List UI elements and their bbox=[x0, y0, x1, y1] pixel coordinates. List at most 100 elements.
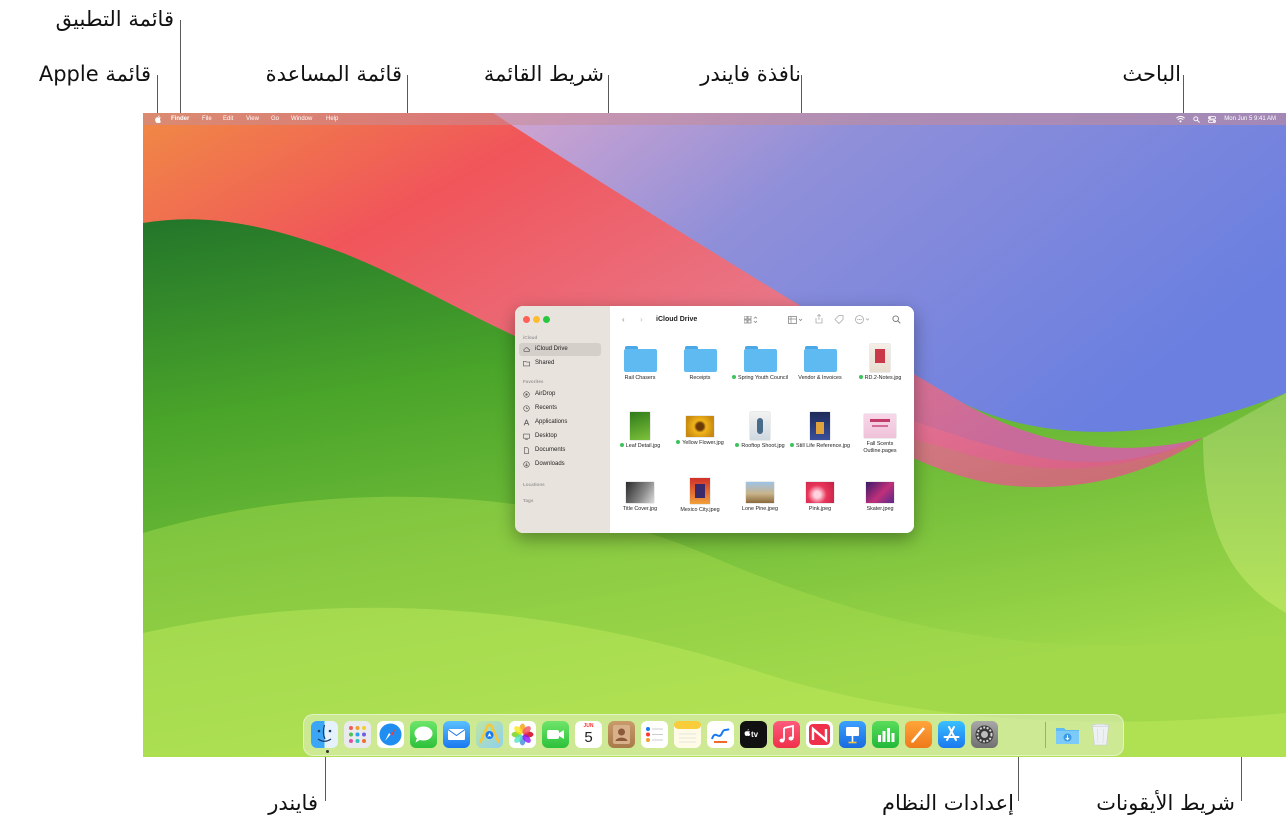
sidebar-item-desktop[interactable]: Desktop bbox=[519, 430, 601, 443]
dock-pages-icon[interactable] bbox=[905, 721, 932, 748]
file-item-folder[interactable]: Spring Youth Council bbox=[730, 346, 790, 382]
dock-finder-icon[interactable] bbox=[311, 721, 338, 748]
finder-toolbar: ‹ › iCloud Drive bbox=[610, 306, 914, 334]
dock-freeform-icon[interactable] bbox=[707, 721, 734, 748]
file-item-image[interactable]: Still Life Reference.jpg bbox=[790, 412, 850, 450]
folder-icon bbox=[803, 346, 837, 372]
dock-photos-icon[interactable] bbox=[509, 721, 536, 748]
tag-icon[interactable] bbox=[834, 315, 844, 324]
finder-running-indicator bbox=[326, 750, 329, 753]
folder-icon bbox=[743, 346, 777, 372]
file-item-image[interactable]: Skater.jpeg bbox=[850, 482, 910, 513]
share-icon[interactable] bbox=[815, 314, 823, 324]
menu-go[interactable]: Go bbox=[271, 116, 279, 123]
menu-file[interactable]: File bbox=[202, 116, 212, 123]
callout-system-settings: إعدادات النظام bbox=[881, 791, 1014, 815]
file-item-document[interactable]: Fall Scents Outline.pages bbox=[850, 414, 910, 455]
leader-menu-bar bbox=[608, 75, 609, 118]
dock-downloads-folder-icon[interactable] bbox=[1054, 721, 1081, 748]
control-center-icon[interactable] bbox=[1208, 115, 1217, 123]
sidebar-item-label: Shared bbox=[535, 360, 555, 366]
menu-view[interactable]: View bbox=[246, 116, 259, 123]
file-name: Skater.jpeg bbox=[866, 506, 894, 512]
dock-contacts-icon[interactable] bbox=[608, 721, 635, 748]
sidebar-item-airdrop[interactable]: AirDrop bbox=[519, 388, 601, 401]
folder-icon bbox=[623, 346, 657, 372]
dock-numbers-icon[interactable] bbox=[872, 721, 899, 748]
dock-messages-icon[interactable] bbox=[410, 721, 437, 748]
callout-finder: فايندر bbox=[268, 791, 318, 815]
icon-view-icon[interactable] bbox=[744, 316, 758, 324]
finder-window[interactable]: iCloud iCloud Drive Shared Favorites Air… bbox=[515, 306, 914, 533]
file-item-image[interactable]: Title Cover.jpg bbox=[610, 482, 670, 513]
callout-apple-menu: قائمة Apple bbox=[38, 62, 151, 86]
sidebar-item-label: Documents bbox=[535, 447, 566, 453]
menu-bar-status-area: Mon Jun 5 9:41 AM bbox=[1176, 115, 1276, 123]
image-thumbnail bbox=[806, 482, 834, 503]
dock-mail-icon[interactable] bbox=[443, 721, 470, 748]
sidebar-item-downloads[interactable]: Downloads bbox=[519, 458, 601, 471]
sidebar-item-recents[interactable]: Recents bbox=[519, 402, 601, 415]
file-item-image[interactable]: RD.2-Notes.jpg bbox=[850, 344, 910, 382]
file-item-image[interactable]: Yellow Flower.jpg bbox=[670, 416, 730, 447]
file-item-image[interactable]: Mexico City.jpeg bbox=[670, 478, 730, 514]
sidebar-item-label: iCloud Drive bbox=[535, 346, 568, 352]
dock-app-store-icon[interactable] bbox=[938, 721, 965, 748]
dock-system-settings-icon[interactable] bbox=[971, 721, 998, 748]
dock-keynote-icon[interactable] bbox=[839, 721, 866, 748]
dock-launchpad-icon[interactable] bbox=[344, 721, 371, 748]
group-view-icon[interactable] bbox=[788, 316, 804, 324]
sidebar-item-applications[interactable]: Applications bbox=[519, 416, 601, 429]
dock-maps-icon[interactable] bbox=[476, 721, 503, 748]
dock-safari-icon[interactable] bbox=[377, 721, 404, 748]
file-name: Title Cover.jpg bbox=[622, 506, 658, 512]
file-item-image[interactable]: Leaf Detail.jpg bbox=[610, 412, 670, 450]
menu-edit[interactable]: Edit bbox=[223, 116, 233, 123]
finder-sidebar: iCloud iCloud Drive Shared Favorites Air… bbox=[515, 306, 610, 533]
dock-facetime-icon[interactable] bbox=[542, 721, 569, 748]
document-icon bbox=[524, 447, 529, 454]
file-item-image[interactable]: Rooftop Shoot.jpg bbox=[730, 412, 790, 450]
more-actions-icon[interactable] bbox=[855, 315, 871, 324]
file-name: Leaf Detail.jpg bbox=[610, 443, 670, 450]
file-name: Pink.jpeg bbox=[808, 506, 832, 512]
close-button[interactable] bbox=[523, 316, 530, 323]
file-item-folder[interactable]: Receipts bbox=[670, 346, 730, 382]
search-icon[interactable] bbox=[892, 315, 901, 324]
dock-separator bbox=[1045, 722, 1046, 748]
back-button-icon[interactable]: ‹ bbox=[622, 315, 625, 325]
dock-reminders-icon[interactable] bbox=[641, 721, 668, 748]
dock: JUN 5 tv bbox=[303, 714, 1124, 756]
menu-app-name[interactable]: Finder bbox=[171, 116, 189, 123]
airdrop-icon bbox=[523, 391, 530, 398]
minimize-button[interactable] bbox=[533, 316, 540, 323]
menu-help[interactable]: Help bbox=[326, 116, 338, 123]
callout-spotlight: الباحث bbox=[1122, 62, 1181, 86]
menu-bar-clock[interactable]: Mon Jun 5 9:41 AM bbox=[1224, 116, 1276, 123]
sidebar-section-tags: Tags bbox=[523, 498, 534, 503]
forward-button-icon[interactable]: › bbox=[640, 315, 643, 325]
green-tag-dot bbox=[619, 443, 624, 447]
sidebar-item-icloud-drive[interactable]: iCloud Drive bbox=[519, 343, 601, 356]
file-item-folder[interactable]: Rail Chasers bbox=[610, 346, 670, 382]
menu-window[interactable]: Window bbox=[291, 116, 312, 123]
file-item-image[interactable]: Pink.jpeg bbox=[790, 482, 850, 513]
search-icon[interactable] bbox=[1193, 115, 1201, 123]
file-item-image[interactable]: Lone Pine.jpeg bbox=[730, 482, 790, 513]
zoom-button[interactable] bbox=[543, 316, 550, 323]
sidebar-item-label: Downloads bbox=[535, 461, 565, 467]
sidebar-section-favorites: Favorites bbox=[523, 379, 544, 384]
wifi-icon[interactable] bbox=[1176, 115, 1186, 123]
sidebar-item-shared[interactable]: Shared bbox=[519, 357, 601, 370]
dock-trash-icon[interactable] bbox=[1087, 721, 1114, 748]
apple-menu-icon[interactable] bbox=[155, 115, 162, 123]
sidebar-item-documents[interactable]: Documents bbox=[519, 444, 601, 457]
image-thumbnail bbox=[810, 412, 830, 440]
dock-calendar-icon[interactable]: JUN 5 bbox=[575, 721, 602, 748]
desktop-icon bbox=[523, 433, 530, 440]
dock-news-icon[interactable] bbox=[806, 721, 833, 748]
dock-notes-icon[interactable] bbox=[674, 721, 701, 748]
dock-tv-icon[interactable]: tv bbox=[740, 721, 767, 748]
dock-music-icon[interactable] bbox=[773, 721, 800, 748]
file-item-folder[interactable]: Vendor & Invoices bbox=[790, 346, 850, 382]
